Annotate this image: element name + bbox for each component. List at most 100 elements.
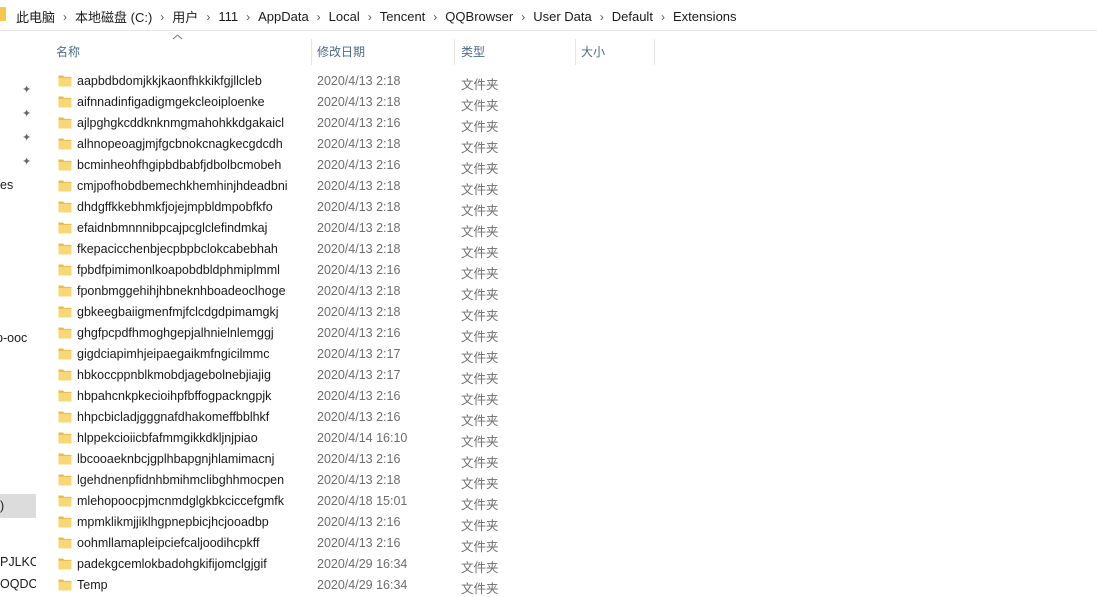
breadcrumb-item[interactable]: 用户 (168, 7, 202, 26)
file-name[interactable]: mpmklikmjjiklhgpnepbicjhcjooadbp (77, 515, 302, 529)
file-row[interactable]: gbkeegbaiigmenfmjfclcdgdpimamgkj 2020/4/1… (40, 302, 1060, 323)
file-name[interactable]: oohmllamapleipciefcaljoodihcpkff (77, 536, 302, 550)
file-name[interactable]: aifnnadinfigadigmgekcleoiploenke (77, 95, 302, 109)
file-name[interactable]: fkepacicchenbjecpbpbclokcabebhah (77, 242, 302, 256)
chevron-right-icon[interactable]: › (313, 10, 325, 24)
file-modified-date: 2020/4/13 2:18 (317, 242, 401, 256)
file-name[interactable]: bcminheohfhgipbdbabfjdbolbcmobeh (77, 158, 302, 172)
folder-icon (58, 348, 72, 360)
file-name[interactable]: lgehdnenpfidnhbmihmclibghhmocpen (77, 473, 302, 487)
file-name[interactable]: hbkoccppnblkmobdjagebolnebjiajig (77, 368, 302, 382)
file-row[interactable]: hbpahcnkpkecioihpfbffogpackngpjk 2020/4/1… (40, 386, 1060, 407)
breadcrumb-item[interactable]: Local (325, 9, 364, 24)
file-name[interactable]: mlehopoocpjmcnmdglgkbkciccefgmfk (77, 494, 302, 508)
file-row[interactable]: hhpcbicladjgggnafdhakomeffbblhkf 2020/4/1… (40, 407, 1060, 428)
column-divider[interactable] (454, 39, 455, 65)
file-row[interactable]: lgehdnenpfidnhbmihmclibghhmocpen 2020/4/1… (40, 470, 1060, 491)
folder-icon (58, 516, 72, 528)
chevron-right-icon[interactable]: › (429, 10, 441, 24)
file-name[interactable]: padekgcemlokbadohgkifijomclgjgif (77, 557, 302, 571)
nav-item-label[interactable]: OQDC (0, 577, 36, 591)
column-header-modified[interactable]: 修改日期 (317, 43, 365, 60)
file-name[interactable]: efaidnbmnnnibpcajpcglclefindmkaj (77, 221, 302, 235)
file-name[interactable]: ghgfpcpdfhmoghgepjalhnielnlemggj (77, 326, 302, 340)
file-name[interactable]: ajlpghgkcddknknmgmahohkkdgakaicl (77, 116, 302, 130)
folder-icon (58, 558, 72, 570)
file-row[interactable]: aifnnadinfigadigmgekcleoiploenke 2020/4/1… (40, 92, 1060, 113)
file-row[interactable]: lbcooaeknbcjgplhbapgnjhlamimacnj 2020/4/1… (40, 449, 1060, 470)
file-row[interactable]: hlppekcioiicbfafmmgikkdkljnjpiao 2020/4/1… (40, 428, 1060, 449)
file-name[interactable]: lbcooaeknbcjgplhbapgnjhlamimacnj (77, 452, 302, 466)
address-bar[interactable]: 此电脑 › 本地磁盘 (C:) › 用户 › 111 › AppData › Local › Tence… (0, 0, 1097, 31)
file-type: 文件夹 (461, 204, 499, 218)
file-modified-date: 2020/4/13 2:18 (317, 95, 401, 109)
file-name[interactable]: fponbmggehihjhbneknhboadeoclhoge (77, 284, 302, 298)
breadcrumb-item[interactable]: User Data (529, 9, 596, 24)
file-row[interactable]: alhnopeoagjmjfgcbnokcnagkecgdcdh 2020/4/1… (40, 134, 1060, 155)
nav-item-label[interactable]: ) (0, 499, 4, 513)
file-row[interactable]: aapbdbdomjkkjkaonfhkkikfgjllcleb 2020/4/1… (40, 71, 1060, 92)
file-name[interactable]: Temp (77, 578, 302, 592)
breadcrumb-item[interactable]: Default (608, 9, 657, 24)
file-name[interactable]: dhdgffkkebhmkfjojejmpbldmpobfkfo (77, 200, 302, 214)
file-name[interactable]: gbkeegbaiigmenfmjfclcdgdpimamgkj (77, 305, 302, 319)
file-row[interactable]: dhdgffkkebhmkfjojejmpbldmpobfkfo 2020/4/1… (40, 197, 1060, 218)
breadcrumb-item[interactable]: 本地磁盘 (C:) (71, 7, 156, 26)
file-row[interactable]: fponbmggehihjhbneknhboadeoclhoge 2020/4/1… (40, 281, 1060, 302)
chevron-right-icon[interactable]: › (59, 10, 71, 24)
file-row[interactable]: padekgcemlokbadohgkifijomclgjgif 2020/4/2… (40, 554, 1060, 575)
chevron-right-icon[interactable]: › (156, 10, 168, 24)
file-name[interactable]: fpbdfpimimonlkoapobdbldphmiplmml (77, 263, 302, 277)
file-row[interactable]: fkepacicchenbjecpbpbclokcabebhah 2020/4/1… (40, 239, 1060, 260)
file-type: 文件夹 (461, 582, 499, 596)
file-row[interactable]: gigdciapimhjeipaegaikmfngicilmmc 2020/4/1… (40, 344, 1060, 365)
file-type: 文件夹 (461, 309, 499, 323)
breadcrumb-item[interactable]: 111 (214, 9, 242, 24)
column-header-size[interactable]: 大小 (581, 43, 605, 60)
folder-icon (58, 537, 72, 549)
file-row[interactable]: oohmllamapleipciefcaljoodihcpkff 2020/4/1… (40, 533, 1060, 554)
breadcrumb-item[interactable]: Extensions (669, 9, 741, 24)
file-row[interactable]: cmjpofhobdbemechkhemhinjhdeadbni 2020/4/1… (40, 176, 1060, 197)
file-name[interactable]: hlppekcioiicbfafmmgikkdkljnjpiao (77, 431, 302, 445)
file-row[interactable]: ghgfpcpdfhmoghgepjalhnielnlemggj 2020/4/1… (40, 323, 1060, 344)
file-row[interactable]: hbkoccppnblkmobdjagebolnebjiajig 2020/4/1… (40, 365, 1060, 386)
breadcrumb-item[interactable]: Tencent (376, 9, 430, 24)
chevron-right-icon[interactable]: › (517, 10, 529, 24)
file-row[interactable]: Temp 2020/4/29 16:34 文件夹 (40, 575, 1060, 596)
file-row[interactable]: fpbdfpimimonlkoapobdbldphmiplmml 2020/4/1… (40, 260, 1060, 281)
file-row[interactable]: mpmklikmjjiklhgpnepbicjhcjooadbp 2020/4/1… (40, 512, 1060, 533)
chevron-right-icon[interactable]: › (596, 10, 608, 24)
chevron-right-icon[interactable]: › (657, 10, 669, 24)
file-name[interactable]: alhnopeoagjmjfgcbnokcnagkecgdcdh (77, 137, 302, 151)
navigation-pane[interactable]: ✦ ✦ ✦ ✦ es p-ooc ) PJLKO OQDC (0, 31, 36, 595)
file-modified-date: 2020/4/13 2:16 (317, 158, 401, 172)
file-row[interactable]: ajlpghgkcddknknmgmahohkkdgakaicl 2020/4/1… (40, 113, 1060, 134)
column-divider[interactable] (311, 39, 312, 65)
breadcrumb-item[interactable]: 此电脑 (12, 7, 59, 26)
chevron-right-icon[interactable]: › (242, 10, 254, 24)
column-header-name[interactable]: 名称 (56, 43, 80, 60)
column-header-type[interactable]: 类型 (461, 43, 485, 60)
file-name[interactable]: gigdciapimhjeipaegaikmfngicilmmc (77, 347, 302, 361)
file-row[interactable]: efaidnbmnnnibpcajpcglclefindmkaj 2020/4/1… (40, 218, 1060, 239)
column-divider[interactable] (575, 39, 576, 65)
column-divider[interactable] (654, 39, 655, 65)
folder-icon (58, 264, 72, 276)
file-name[interactable]: cmjpofhobdbemechkhemhinjhdeadbni (77, 179, 302, 193)
file-row[interactable]: bcminheohfhgipbdbabfjdbolbcmobeh 2020/4/1… (40, 155, 1060, 176)
chevron-right-icon[interactable]: › (202, 10, 214, 24)
nav-item-label[interactable]: PJLKO (0, 555, 36, 569)
breadcrumb-item[interactable]: QQBrowser (441, 9, 517, 24)
nav-item-label[interactable]: es (0, 178, 13, 192)
file-modified-date: 2020/4/13 2:16 (317, 389, 401, 403)
chevron-right-icon[interactable]: › (364, 10, 376, 24)
file-name[interactable]: aapbdbdomjkkjkaonfhkkikfgjllcleb (77, 74, 302, 88)
file-name[interactable]: hhpcbicladjgggnafdhakomeffbblhkf (77, 410, 302, 424)
nav-item-label[interactable]: p-ooc (0, 331, 27, 345)
nav-item-selected[interactable] (0, 494, 36, 518)
file-name[interactable]: hbpahcnkpkecioihpfbffogpackngpjk (77, 389, 302, 403)
file-row[interactable]: mlehopoocpjmcnmdglgkbkciccefgmfk 2020/4/1… (40, 491, 1060, 512)
breadcrumb-item[interactable]: AppData (254, 9, 313, 24)
folder-icon (58, 369, 72, 381)
